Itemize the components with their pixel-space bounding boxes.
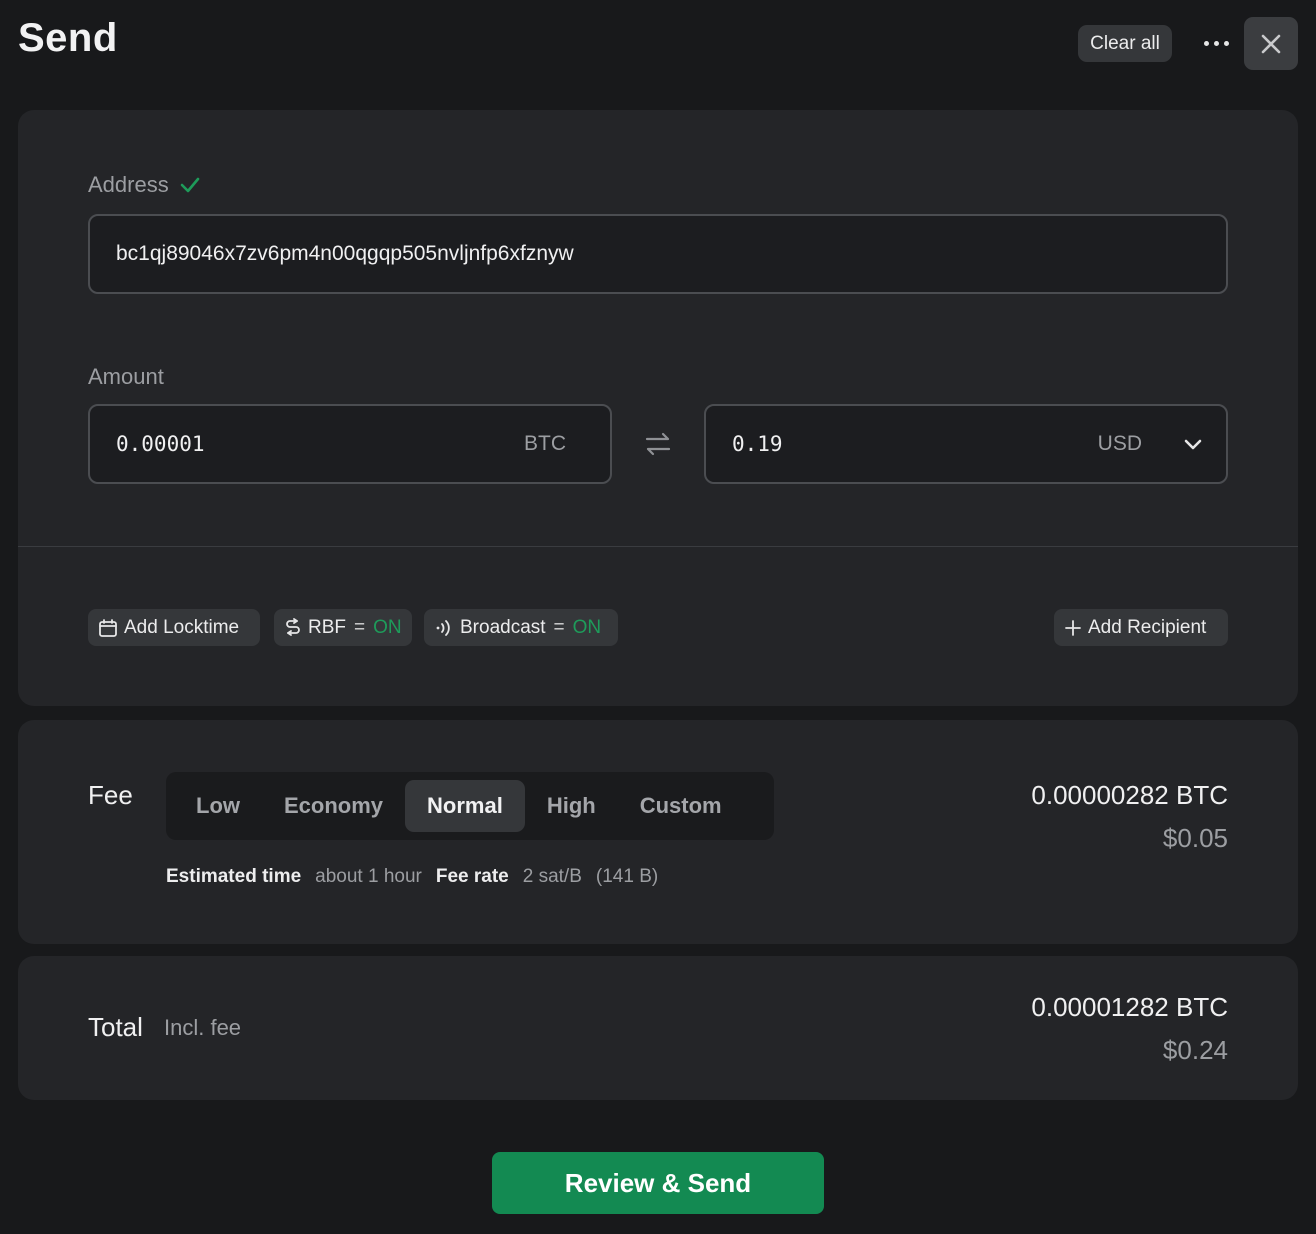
broadcast-equals: = xyxy=(553,616,565,638)
total-subtitle: Incl. fee xyxy=(164,1015,242,1040)
total-btc-amount: 0.00001282 BTC xyxy=(1031,992,1228,1022)
address-label: Address xyxy=(88,172,169,197)
rbf-state: ON xyxy=(373,616,402,638)
more-options-button[interactable] xyxy=(1196,25,1236,62)
plus-icon xyxy=(1065,619,1081,636)
rbf-icon xyxy=(286,617,300,636)
add-recipient-label: Add Recipient xyxy=(1088,616,1207,638)
address-value: bc1qj89046x7zv6pm4n00qgqp505nvljnfp6xfzn… xyxy=(116,242,574,265)
calendar-icon xyxy=(99,618,117,637)
fee-rate-value: 2 sat/B xyxy=(522,866,582,887)
fiat-unit: USD xyxy=(1097,432,1142,455)
estimated-time-value: about 1 hour xyxy=(315,866,422,887)
page-title: Send xyxy=(18,16,118,60)
total-usd-amount: $0.24 xyxy=(1162,1035,1228,1065)
amount-label: Amount xyxy=(88,364,164,389)
total-card: Total Incl. fee 0.00001282 BTC $0.24 xyxy=(18,956,1298,1100)
fee-card: Fee Low Economy Normal High Custom Estim… xyxy=(18,720,1298,944)
review-send-button[interactable]: Review & Send xyxy=(492,1152,824,1214)
address-label-row: Address xyxy=(88,172,201,198)
rbf-equals: = xyxy=(354,616,366,638)
fee-level-custom[interactable]: Custom xyxy=(618,780,744,832)
btc-amount-value: 0.00001 xyxy=(116,432,205,456)
total-amounts: 0.00001282 BTC $0.24 xyxy=(1031,992,1228,1066)
tx-size: (141 B) xyxy=(595,866,659,887)
estimated-time-label: Estimated time xyxy=(166,866,302,887)
address-input[interactable]: bc1qj89046x7zv6pm4n00qgqp505nvljnfp6xfzn… xyxy=(88,214,1228,294)
broadcast-toggle[interactable]: Broadcast = ON xyxy=(424,609,618,646)
fee-level-high[interactable]: High xyxy=(525,780,618,832)
close-icon xyxy=(1261,34,1281,53)
btc-amount-input[interactable]: 0.00001 BTC xyxy=(88,404,612,484)
total-title: Total xyxy=(88,1012,143,1042)
fee-level-normal[interactable]: Normal xyxy=(405,780,525,832)
fee-details: Estimated time about 1 hour Fee rate 2 s… xyxy=(166,866,658,888)
broadcast-label: Broadcast xyxy=(460,616,546,638)
clear-all-button[interactable]: Clear all xyxy=(1078,25,1172,62)
send-form-card: Address bc1qj89046x7zv6pm4n00qgqp505nvlj… xyxy=(18,110,1298,706)
add-locktime-button[interactable]: Add Locktime xyxy=(88,609,260,646)
add-locktime-label: Add Locktime xyxy=(124,616,240,638)
fee-usd-amount: $0.05 xyxy=(1162,823,1228,853)
fee-title: Fee xyxy=(88,780,133,810)
divider xyxy=(18,546,1298,547)
check-icon xyxy=(180,177,200,193)
broadcast-state: ON xyxy=(572,616,602,638)
btc-unit: BTC xyxy=(524,432,566,455)
fee-level-selector: Low Economy Normal High Custom xyxy=(166,772,774,840)
fiat-amount-input[interactable]: 0.19 USD xyxy=(704,404,1228,484)
fee-amounts: 0.00000282 BTC $0.05 xyxy=(1031,780,1228,854)
fee-btc-amount: 0.00000282 BTC xyxy=(1031,780,1228,810)
broadcast-icon xyxy=(436,619,450,636)
fee-level-economy[interactable]: Economy xyxy=(262,780,405,832)
chevron-down-icon[interactable] xyxy=(1182,433,1204,455)
rbf-toggle[interactable]: RBF = ON xyxy=(274,609,412,646)
swap-icon[interactable] xyxy=(642,428,674,460)
rbf-label: RBF xyxy=(308,616,346,638)
close-button[interactable] xyxy=(1244,17,1298,70)
fiat-amount-value: 0.19 xyxy=(732,432,783,456)
fee-rate-label: Fee rate xyxy=(435,866,509,887)
fee-level-low[interactable]: Low xyxy=(174,780,262,832)
add-recipient-button[interactable]: Add Recipient xyxy=(1054,609,1228,646)
more-icon xyxy=(1203,41,1209,46)
